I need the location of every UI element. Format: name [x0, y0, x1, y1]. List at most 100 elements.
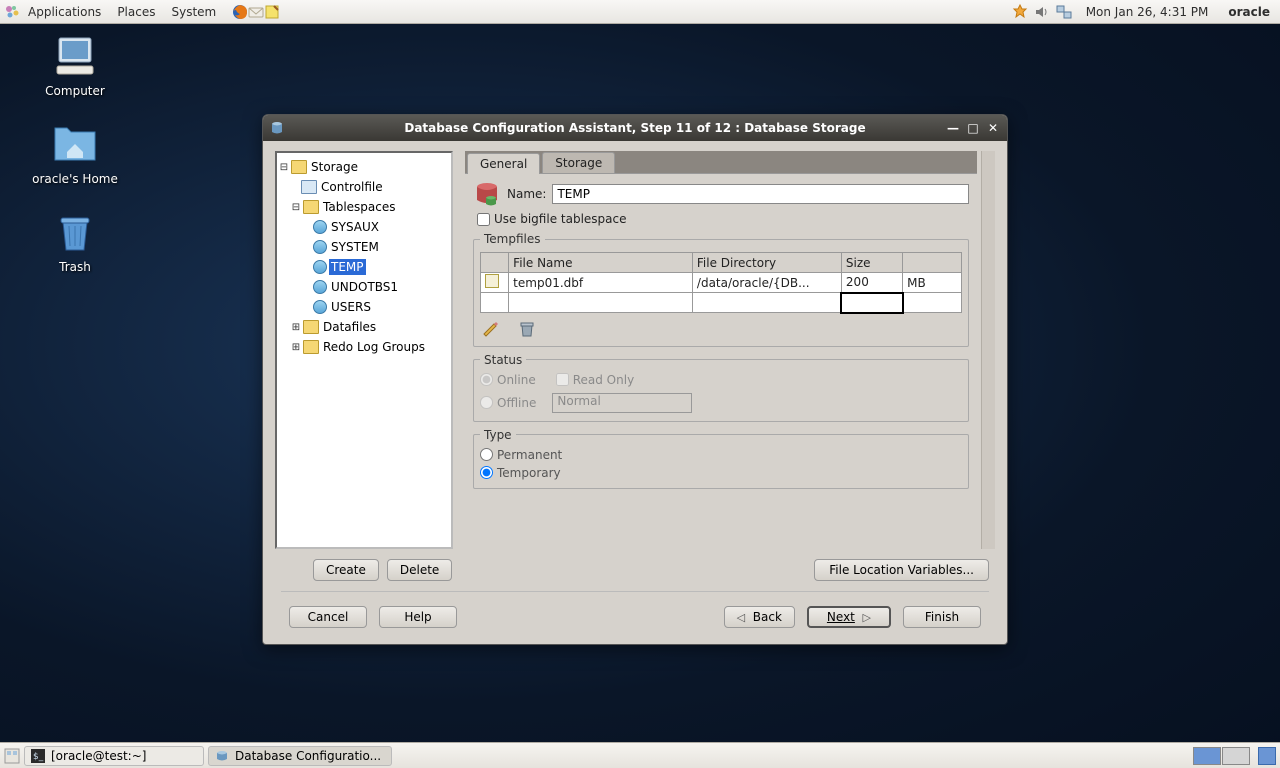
file-location-variables-button[interactable]: File Location Variables... [814, 559, 989, 581]
tab-general[interactable]: General [467, 153, 540, 174]
computer-icon [51, 32, 99, 80]
desktop-icons: Computer oracle's Home Trash [20, 32, 130, 274]
show-desktop-icon[interactable] [4, 748, 20, 764]
folder-open-icon [303, 200, 319, 214]
minimize-button[interactable]: — [945, 120, 961, 136]
tree-controlfile[interactable]: Controlfile [319, 179, 385, 195]
tempfiles-group: Tempfiles File Name File Directory Size [473, 232, 969, 347]
gnome-foot-icon [4, 4, 20, 20]
file-icon [485, 274, 499, 288]
workspace-1[interactable] [1193, 747, 1221, 765]
dbca-window: Database Configuration Assistant, Step 1… [262, 114, 1008, 645]
taskbar-dbca[interactable]: Database Configuratio... [208, 746, 392, 766]
cell-filename[interactable]: temp01.dbf [509, 273, 693, 293]
tree-root[interactable]: Storage [309, 159, 360, 175]
delete-button[interactable]: Delete [387, 559, 452, 581]
expand-icon[interactable]: ⊞ [291, 342, 301, 353]
notes-icon[interactable] [264, 4, 280, 20]
mail-icon[interactable] [248, 4, 264, 20]
col-size[interactable]: Size [841, 253, 902, 273]
table-row[interactable]: temp01.dbf /data/oracle/{DB... 200 MB [481, 273, 962, 293]
tree-ts-temp[interactable]: TEMP [329, 259, 366, 275]
next-button[interactable]: Next ▷ [807, 606, 891, 628]
delete-icon[interactable] [518, 320, 536, 338]
help-button[interactable]: Help [379, 606, 457, 628]
titlebar[interactable]: Database Configuration Assistant, Step 1… [263, 115, 1007, 141]
terminal-icon: $_ [31, 749, 45, 763]
tree-redolog[interactable]: Redo Log Groups [321, 339, 427, 355]
volume-icon[interactable] [1034, 4, 1050, 20]
tree-ts-undotbs1[interactable]: UNDOTBS1 [329, 279, 400, 295]
back-button[interactable]: ◁ Back [724, 606, 795, 628]
tablespace-icon [313, 280, 327, 294]
offline-radio [480, 396, 493, 409]
desktop-icon-home[interactable]: oracle's Home [20, 120, 130, 186]
tree-ts-sysaux[interactable]: SYSAUX [329, 219, 381, 235]
tree-datafiles[interactable]: Datafiles [321, 319, 378, 335]
app-icon [269, 120, 285, 136]
trash-applet-icon[interactable] [1258, 747, 1276, 765]
tablespace-icon [313, 240, 327, 254]
collapse-icon[interactable]: ⊟ [291, 202, 301, 213]
desktop-icon-label: Computer [45, 84, 105, 98]
tree-tablespaces[interactable]: Tablespaces [321, 199, 398, 215]
cell-unit[interactable]: MB [903, 273, 962, 293]
clock[interactable]: Mon Jan 26, 4:31 PM [1086, 5, 1209, 19]
desktop-icon-label: oracle's Home [32, 172, 118, 186]
col-filedir[interactable]: File Directory [692, 253, 841, 273]
storage-tree[interactable]: ⊟ Storage Controlfile ⊟ Tablespaces SYSAUX… [275, 151, 453, 549]
cell-filedir[interactable]: /data/oracle/{DB... [692, 273, 841, 293]
folder-home-icon [51, 120, 99, 168]
status-legend: Status [480, 353, 526, 367]
workspace-switcher[interactable] [1193, 747, 1250, 765]
scrollbar[interactable] [981, 151, 995, 549]
edit-icon[interactable] [482, 320, 500, 338]
menu-system[interactable]: System [163, 3, 224, 21]
bottom-panel: $_ [oracle@test:~] Database Configuratio… [0, 742, 1280, 768]
taskbar-terminal[interactable]: $_ [oracle@test:~] [24, 746, 204, 766]
tab-storage[interactable]: Storage [542, 152, 615, 173]
cancel-button[interactable]: Cancel [289, 606, 367, 628]
network-icon[interactable] [1056, 4, 1072, 20]
task-label: [oracle@test:~] [51, 749, 146, 763]
desktop-icon-trash[interactable]: Trash [20, 208, 130, 274]
tree-ts-users[interactable]: USERS [329, 299, 373, 315]
back-label: Back [753, 610, 782, 624]
window-title: Database Configuration Assistant, Step 1… [263, 121, 1007, 135]
database-icon [473, 180, 501, 208]
menu-places[interactable]: Places [109, 3, 163, 21]
desktop-icon-computer[interactable]: Computer [20, 32, 130, 98]
next-label: Next [827, 610, 855, 624]
collapse-icon[interactable]: ⊟ [279, 162, 289, 173]
temporary-radio[interactable] [480, 466, 493, 479]
temporary-label: Temporary [497, 466, 561, 480]
menu-applications[interactable]: Applications [20, 3, 109, 21]
close-button[interactable]: ✕ [985, 120, 1001, 136]
offline-mode-select: Normal [552, 393, 692, 413]
name-input[interactable] [552, 184, 969, 204]
type-group: Type Permanent Temporary [473, 428, 969, 489]
permanent-radio[interactable] [480, 448, 493, 461]
tablespace-icon [313, 300, 327, 314]
workspace-2[interactable] [1222, 747, 1250, 765]
update-icon[interactable] [1012, 4, 1028, 20]
svg-text:$_: $_ [33, 752, 44, 762]
table-row-empty[interactable] [481, 293, 962, 313]
user-menu[interactable]: oracle [1228, 5, 1270, 19]
tabs: General Storage [465, 151, 977, 173]
create-button[interactable]: Create [313, 559, 379, 581]
maximize-button[interactable]: □ [965, 120, 981, 136]
cell-size[interactable]: 200 [841, 273, 902, 293]
online-label: Online [497, 373, 536, 387]
finish-button[interactable]: Finish [903, 606, 981, 628]
tree-ts-system[interactable]: SYSTEM [329, 239, 381, 255]
firefox-icon[interactable] [232, 4, 248, 20]
bigfile-checkbox[interactable] [477, 213, 490, 226]
chevron-left-icon: ◁ [737, 611, 745, 624]
col-filename[interactable]: File Name [509, 253, 693, 273]
bigfile-label: Use bigfile tablespace [494, 212, 627, 226]
expand-icon[interactable]: ⊞ [291, 322, 301, 333]
type-legend: Type [480, 428, 516, 442]
readonly-label: Read Only [573, 373, 634, 387]
task-label: Database Configuratio... [235, 749, 381, 763]
